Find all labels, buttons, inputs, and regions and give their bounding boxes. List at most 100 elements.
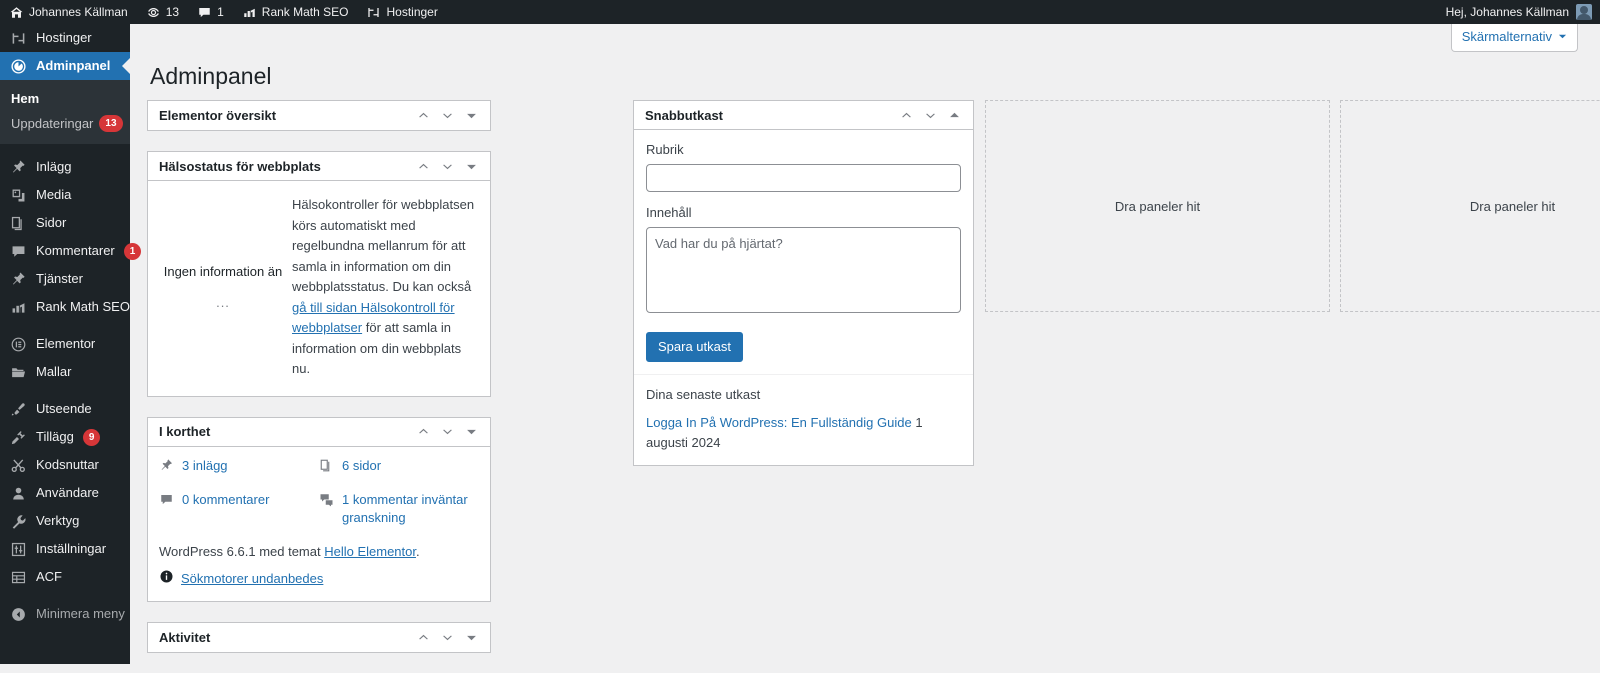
sidebar-item-label: Mallar: [36, 364, 72, 379]
toggle-panel-button[interactable]: [461, 156, 482, 177]
widget-elementor-overview: Elementor översikt: [147, 100, 491, 131]
sidebar-collapse-label: Minimera meny: [36, 606, 125, 621]
glance-item-pages[interactable]: 6 sidor: [319, 457, 479, 479]
widget-title: Snabbutkast: [645, 107, 724, 123]
updates-badge: 13: [99, 115, 123, 132]
toggle-panel-button[interactable]: [461, 421, 482, 442]
updates-icon: [146, 5, 161, 20]
sidebar-item-rank-math-seo[interactable]: Rank Math SEO: [0, 293, 130, 321]
sidebar-subitem-label: Uppdateringar: [11, 116, 94, 131]
version-suffix: .: [416, 544, 420, 560]
glance-item-label[interactable]: 6 sidor: [342, 457, 381, 476]
sidebar-item-kodsnuttar[interactable]: Kodsnuttar: [0, 451, 130, 479]
sidebar-item-anvandare[interactable]: Användare: [0, 479, 130, 507]
move-down-button[interactable]: [437, 105, 458, 126]
wordpress-version-line: WordPress 6.6.1 med temat Hello Elemento…: [148, 542, 490, 569]
sidebar-item-verktyg[interactable]: Verktyg: [0, 507, 130, 535]
main-content: Skärmalternativ Adminpanel Elementor öve…: [130, 24, 1600, 664]
glance-item-label[interactable]: 3 inlägg: [182, 457, 228, 476]
glance-item-pending-comments[interactable]: 1 kommentar inväntar granskning: [319, 491, 479, 529]
glance-item-comments[interactable]: 0 kommentarer: [159, 491, 319, 529]
adminbar-updates[interactable]: 13: [137, 0, 188, 24]
sidebar-item-label: Utseende: [36, 401, 92, 416]
sidebar-separator: [0, 321, 130, 330]
glance-item-posts[interactable]: 3 inlägg: [159, 457, 319, 479]
move-down-button[interactable]: [437, 156, 458, 177]
sidebar-item-inlagg[interactable]: Inlägg: [0, 153, 130, 181]
admin-bar: Johannes Källman 13 1 Rank Math SEO Host…: [0, 0, 1600, 24]
toggle-panel-button[interactable]: [461, 105, 482, 126]
screen-options-button[interactable]: Skärmalternativ: [1450, 24, 1578, 52]
sidebar-subitem-uppdateringar[interactable]: Uppdateringar 13: [0, 111, 130, 136]
sidebar-item-label: Kommentarer: [36, 243, 115, 258]
move-up-button[interactable]: [413, 627, 434, 648]
sidebar-item-adminpanel[interactable]: Adminpanel: [0, 52, 130, 80]
adminbar-hostinger[interactable]: Hostinger: [357, 0, 446, 24]
move-down-button[interactable]: [437, 421, 458, 442]
sidebar-item-installningar[interactable]: Inställningar: [0, 535, 130, 563]
media-icon: [9, 186, 27, 204]
wrench-icon: [9, 512, 27, 530]
widget-quick-draft: Snabbutkast Rubrik Innehåll Vad har du p…: [633, 100, 974, 467]
widget-title: Aktivitet: [159, 630, 211, 646]
widget-controls: [413, 156, 482, 177]
move-up-button[interactable]: [413, 156, 434, 177]
user-icon: [9, 484, 27, 502]
empty-dashboard-container-1[interactable]: Dra paneler hit: [985, 100, 1330, 312]
site-health-status-label: Ingen information än: [163, 264, 283, 280]
toggle-panel-button[interactable]: [461, 627, 482, 648]
sidebar-item-media[interactable]: Media: [0, 181, 130, 209]
plugins-badge: 9: [82, 428, 101, 446]
sidebar-subitem-hem[interactable]: Hem: [0, 86, 130, 111]
adminbar-site-label: Johannes Källman: [29, 5, 128, 19]
version-prefix: WordPress 6.6.1 med temat: [159, 544, 325, 560]
sidebar-item-acf[interactable]: ACF: [0, 563, 130, 591]
toggle-panel-button[interactable]: [944, 105, 965, 126]
theme-link[interactable]: Hello Elementor: [324, 544, 416, 559]
search-engine-notice-link[interactable]: Sökmotorer undanbedes: [181, 571, 323, 586]
sidebar-item-label: Tillägg: [36, 429, 74, 444]
glance-item-label[interactable]: 0 kommentarer: [182, 491, 269, 510]
sidebar-item-tillagg[interactable]: Tillägg 9: [0, 423, 130, 451]
widget-controls: [413, 421, 482, 442]
adminbar-rank-math[interactable]: Rank Math SEO: [233, 0, 358, 24]
quick-draft-content-label: Innehåll: [646, 205, 692, 221]
sidebar-collapse-menu[interactable]: Minimera meny: [0, 600, 130, 628]
adminbar-site-name[interactable]: Johannes Källman: [0, 0, 137, 24]
avatar: [1576, 4, 1592, 20]
sidebar-item-tjanster[interactable]: Tjänster: [0, 265, 130, 293]
widget-activity: Aktivitet: [147, 622, 491, 654]
move-down-button[interactable]: [920, 105, 941, 126]
draft-title-link[interactable]: Logga In På WordPress: En Fullständig Gu…: [646, 415, 912, 430]
save-draft-button[interactable]: Spara utkast: [646, 331, 743, 362]
sidebar-item-kommentarer[interactable]: Kommentarer 1: [0, 237, 142, 265]
recent-drafts-heading: Dina senaste utkast: [646, 386, 761, 402]
hostinger-icon: [366, 5, 381, 20]
quick-draft-content-input[interactable]: [646, 227, 961, 314]
dashboard-icon: [9, 57, 27, 75]
site-health-body: Ingen information än ... Hälsokontroller…: [148, 181, 490, 396]
draft-item: Logga In På WordPress: En Fullständig Gu…: [646, 413, 961, 452]
comment-bubble-icon: [9, 242, 27, 260]
move-up-button[interactable]: [413, 105, 434, 126]
home-icon: [9, 5, 24, 20]
sidebar-item-utseende[interactable]: Utseende: [0, 395, 130, 423]
move-up-button[interactable]: [413, 421, 434, 442]
empty-dashboard-container-2[interactable]: Dra paneler hit: [1340, 100, 1600, 312]
sidebar-item-mallar[interactable]: Mallar: [0, 358, 130, 386]
sidebar-item-sidor[interactable]: Sidor: [0, 209, 130, 237]
glance-item-label[interactable]: 1 kommentar inväntar granskning: [342, 491, 479, 529]
widget-title: Elementor översikt: [159, 108, 277, 123]
widget-controls: [413, 105, 482, 126]
adminbar-my-account[interactable]: Hej, Johannes Källman: [1437, 0, 1600, 24]
move-down-button[interactable]: [437, 627, 458, 648]
move-up-button[interactable]: [896, 105, 917, 126]
at-a-glance-list: 3 inlägg 6 sidor 0 kommentarer 1 komment…: [148, 447, 490, 543]
sidebar-item-elementor[interactable]: Elementor: [0, 330, 130, 358]
quick-draft-title-input[interactable]: [646, 164, 961, 193]
sidebar-item-hostinger[interactable]: Hostinger: [0, 24, 130, 52]
adminbar-howdy-label: Hej, Johannes Källman: [1445, 5, 1569, 19]
adminbar-comments[interactable]: 1: [188, 0, 233, 24]
widget-controls: [413, 627, 482, 648]
recent-drafts-section: Dina senaste utkast Logga In På WordPres…: [634, 373, 973, 465]
